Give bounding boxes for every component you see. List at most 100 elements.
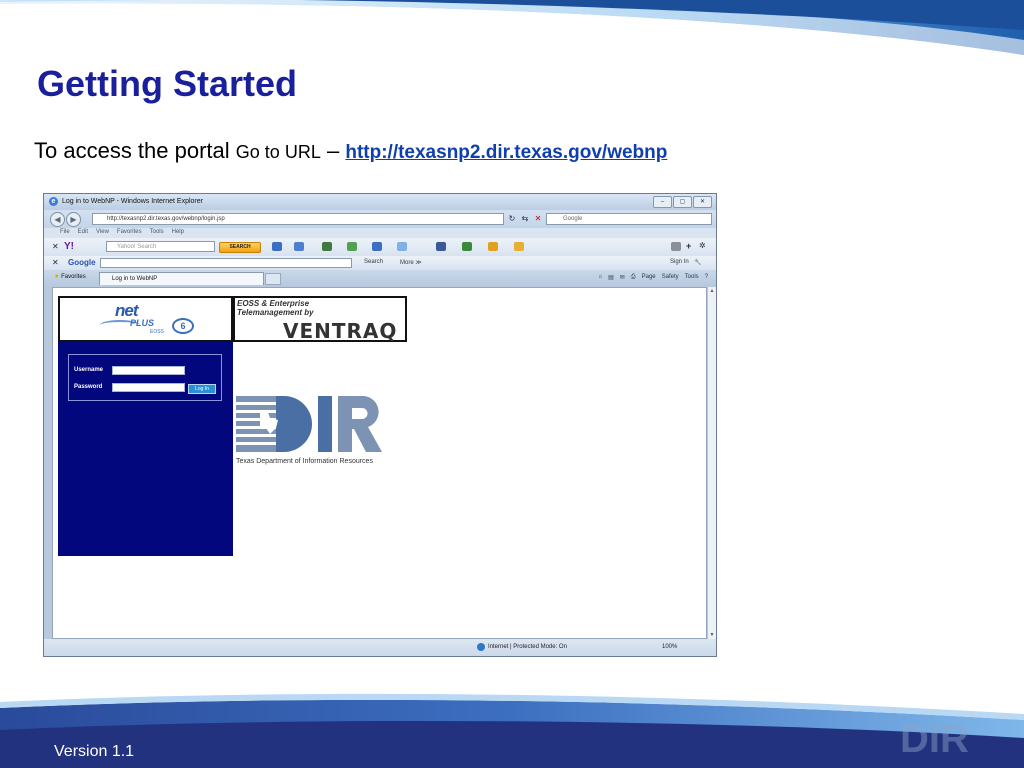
menu-bar: File Edit View Favorites Tools Help	[44, 228, 716, 238]
close-window-button[interactable]: ✕	[693, 196, 712, 208]
menu-file[interactable]: File	[60, 229, 70, 235]
globe-icon	[477, 643, 485, 651]
back-icon[interactable]: ◀	[50, 212, 65, 227]
yahoo-toolbar: ✕ Y! Yahoo! Search SEARCH + ✲	[44, 238, 716, 256]
menu-view[interactable]: View	[96, 229, 109, 235]
toolbar-icon-5[interactable]	[372, 242, 382, 251]
version-label: Version 1.1	[54, 743, 135, 760]
username-input[interactable]	[112, 366, 185, 375]
yahoo-logo-icon: Y!	[64, 241, 74, 252]
top-swoosh-decoration	[0, 0, 1024, 55]
menu-edit[interactable]: Edit	[78, 229, 88, 235]
new-tab-button[interactable]	[265, 273, 281, 285]
page-title: Getting Started	[37, 63, 298, 104]
password-label: Password	[74, 384, 103, 390]
bottom-swoosh-decoration: DIR	[0, 693, 1024, 768]
gear-icon[interactable]: ✲	[699, 241, 706, 250]
scroll-up-icon[interactable]: ▲	[709, 288, 715, 294]
intro-line: To access the portal Go to URL – http://…	[34, 136, 667, 168]
dir-subtitle: Texas Department of Information Resource…	[236, 458, 373, 465]
browser-titlebar: e Log in to WebNP - Windows Internet Exp…	[44, 194, 716, 210]
slide: Getting Started To access the portal Go …	[0, 0, 1024, 768]
mail-icon[interactable]	[514, 242, 524, 251]
login-button[interactable]: Log In	[188, 384, 216, 394]
stop-icon[interactable]: ✕	[532, 214, 544, 224]
tab-bar: ★ Favorites Log in to WebNP ⌂ ▤ ✉ ⎙ Page…	[44, 270, 716, 286]
password-input[interactable]	[112, 383, 185, 392]
google-more-button[interactable]: More ≫	[400, 259, 422, 266]
google-toolbar-input[interactable]	[100, 258, 352, 268]
weather-icon[interactable]	[397, 242, 407, 251]
status-zone-text: Internet | Protected Mode: On	[488, 644, 567, 650]
sign-in-link[interactable]: Sign In	[670, 259, 689, 265]
dir-watermark-text: DIR	[900, 717, 969, 761]
yahoo-search-button[interactable]: SEARCH	[219, 242, 261, 253]
scroll-down-icon[interactable]: ▼	[709, 632, 715, 638]
toolbar-icon-6[interactable]	[462, 242, 472, 251]
facebook-icon[interactable]	[436, 242, 446, 251]
netplus-version: 6	[172, 318, 194, 334]
maximize-button[interactable]: ▢	[673, 196, 692, 208]
browser-window-title: Log in to WebNP - Windows Internet Explo…	[62, 198, 203, 205]
zoom-level[interactable]: 100%	[662, 644, 677, 650]
safety-menu[interactable]: Safety	[662, 274, 679, 281]
tools-menu[interactable]: Tools	[685, 274, 699, 281]
netplus-plus-text: PLUS	[130, 318, 155, 328]
history-icon[interactable]: ⇆	[519, 214, 531, 224]
feeds-icon[interactable]: ▤	[608, 274, 614, 281]
toolbar-icon-3[interactable]	[322, 242, 332, 251]
page-viewport: net PLUS EOSS 6 EOSS & Enterprise Telema…	[52, 287, 707, 639]
eoss-line-1: EOSS & Enterprise	[237, 299, 310, 308]
eoss-line-2: Telemanagement by	[237, 308, 314, 317]
mail-read-icon[interactable]: ✉	[620, 274, 625, 281]
google-toolbar: ✕ Google Search More ≫ Sign In 🔧	[44, 256, 716, 270]
dir-logo	[236, 396, 382, 452]
login-form: Username Password Log In	[68, 354, 222, 401]
address-bar[interactable]: http://texasnp2.dir.texas.gov/webnp/logi…	[92, 213, 504, 225]
google-search-box[interactable]: Google	[546, 213, 712, 225]
toolbar-options-icon[interactable]	[671, 242, 681, 251]
vertical-scrollbar[interactable]: ▲ ▼	[707, 287, 716, 639]
ventraq-wordmark: VENTRAQ	[283, 319, 398, 343]
google-search-button[interactable]: Search	[364, 259, 383, 265]
close-toolbar-icon[interactable]: ✕	[52, 242, 59, 251]
address-row: ◀ ▶ http://texasnp2.dir.texas.gov/webnp/…	[44, 210, 716, 228]
tab-login-webnp[interactable]: Log in to WebNP	[99, 272, 264, 285]
google-logo: Google	[68, 258, 96, 267]
ie-logo-icon: e	[49, 197, 58, 206]
minimize-button[interactable]: –	[653, 196, 672, 208]
portal-url-link[interactable]: http://texasnp2.dir.texas.gov/webnp	[345, 142, 667, 163]
eoss-caption: EOSS & Enterprise Telemanagement by	[237, 299, 314, 317]
browser-window: e Log in to WebNP - Windows Internet Exp…	[43, 193, 717, 657]
wrench-icon[interactable]: 🔧	[694, 259, 701, 266]
favorites-label: Favorites	[61, 274, 86, 280]
page-menu[interactable]: Page	[642, 274, 656, 281]
toolbar-icon-1[interactable]	[272, 242, 282, 251]
home-icon[interactable]: ⌂	[598, 274, 602, 281]
yahoo-search-input[interactable]: Yahoo! Search	[106, 241, 215, 252]
star-icon: ★	[54, 274, 60, 280]
refresh-icon[interactable]: ↻	[506, 214, 518, 224]
window-controls: – ▢ ✕	[653, 196, 712, 208]
toolbar-icon-7[interactable]	[488, 242, 498, 251]
toolbar-icon-2[interactable]	[294, 242, 304, 251]
login-panel: Username Password Log In	[58, 342, 233, 556]
toolbar-icon-4[interactable]	[347, 242, 357, 251]
menu-help[interactable]: Help	[172, 229, 184, 235]
menu-items: File Edit View Favorites Tools Help	[60, 229, 184, 235]
netplus-logo: net PLUS EOSS 6	[58, 296, 233, 342]
netplus-eoss-text: EOSS	[150, 329, 164, 335]
command-bar: ⌂ ▤ ✉ ⎙ Page Safety Tools ?	[598, 274, 708, 281]
close-google-toolbar-icon[interactable]: ✕	[52, 258, 59, 267]
status-bar: Internet | Protected Mode: On 100%	[44, 639, 716, 656]
menu-favorites[interactable]: Favorites	[117, 229, 142, 235]
menu-tools[interactable]: Tools	[150, 229, 164, 235]
add-icon[interactable]: +	[686, 241, 691, 251]
ventraq-logo: EOSS & Enterprise Telemanagement by VENT…	[233, 296, 407, 343]
username-label: Username	[74, 367, 104, 373]
print-icon[interactable]: ⎙	[631, 274, 636, 281]
intro-dash: –	[326, 138, 340, 163]
forward-icon[interactable]: ▶	[66, 212, 81, 227]
help-icon[interactable]: ?	[705, 274, 708, 281]
favorites-button[interactable]: ★ Favorites	[54, 273, 86, 280]
